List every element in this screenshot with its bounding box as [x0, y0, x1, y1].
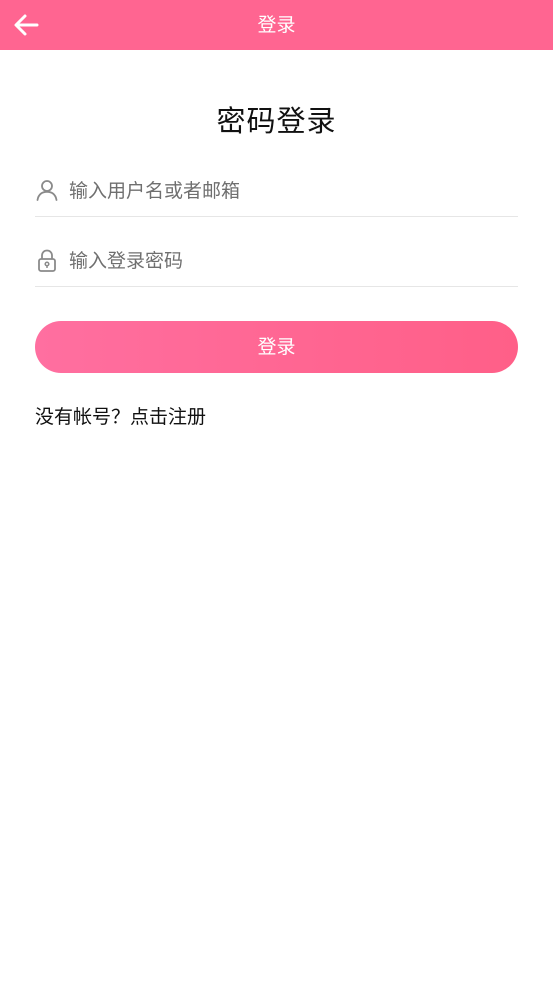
password-input[interactable]: [69, 244, 509, 278]
lock-icon: [38, 249, 56, 272]
password-field: [35, 236, 518, 287]
user-icon: [36, 180, 58, 201]
username-field: [35, 166, 518, 217]
login-button[interactable]: 登录: [35, 321, 518, 373]
register-link[interactable]: 没有帐号？点击注册: [35, 402, 206, 429]
username-input[interactable]: [69, 174, 509, 208]
login-heading: 密码登录: [216, 104, 337, 138]
page-title: 登录: [257, 14, 296, 36]
top-bar: 登录: [0, 0, 553, 50]
